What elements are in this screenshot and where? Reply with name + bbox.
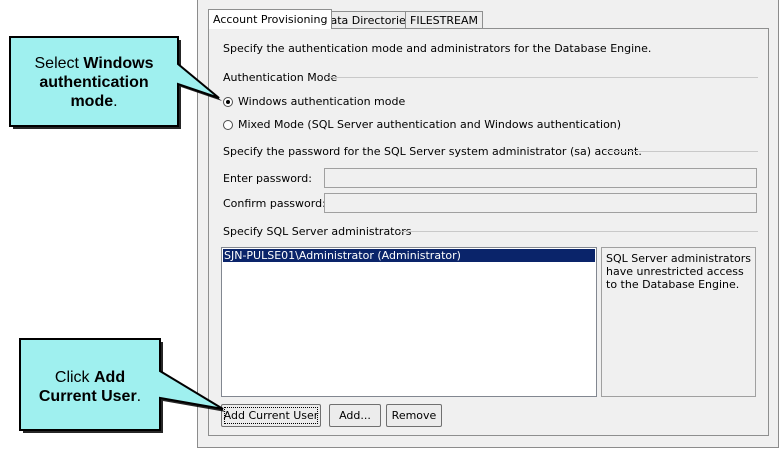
callout-add-user-text: Click Add Current User. xyxy=(24,368,156,406)
callout-windows-text: Select Windows authentication mode. xyxy=(14,54,174,111)
callout-windows-prefix: Select xyxy=(34,55,84,72)
callout-add-user-prefix: Click xyxy=(54,369,94,386)
callout-windows-suffix: . xyxy=(113,93,118,110)
callout-add-user-suffix: . xyxy=(136,388,142,405)
tab-account-provisioning[interactable]: Account Provisioning xyxy=(208,9,333,29)
